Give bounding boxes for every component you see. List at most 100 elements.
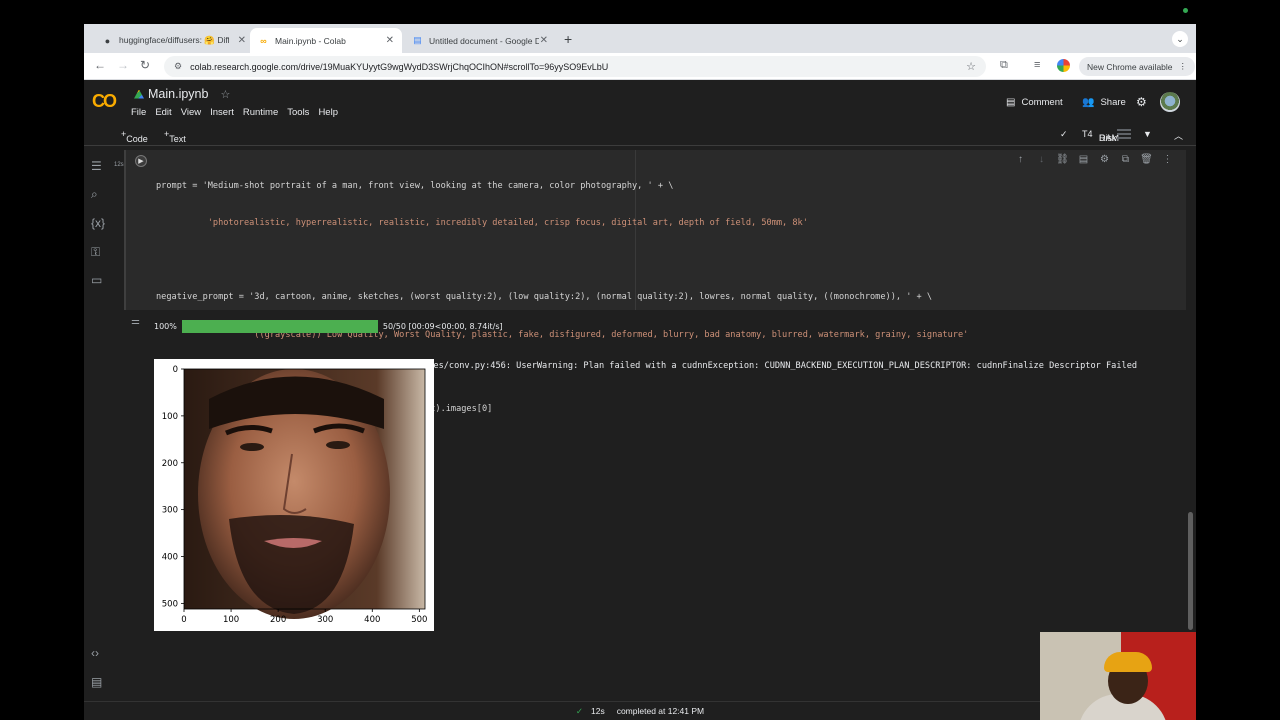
- x-tick-label: 300: [317, 615, 333, 625]
- y-tick-label: 400: [162, 553, 178, 563]
- close-icon[interactable]: ✕: [386, 35, 394, 46]
- toc-icon[interactable]: ☰: [91, 159, 102, 173]
- menu-dots-icon: ⋮: [1178, 61, 1188, 71]
- progress-stats: 50/50 [00:09<00:00, 8.74it/s]: [382, 322, 503, 331]
- code-line: 'photorealistic, hyperrealistic, realist…: [156, 218, 808, 229]
- code-line: negative_prompt = '3d, cartoon, anime, s…: [156, 292, 933, 303]
- y-tick-label: 300: [162, 506, 178, 516]
- colab-header: CO Main.ipynb ☆ File Edit View Insert Ru…: [84, 81, 1196, 147]
- collapse-header-icon[interactable]: ︿: [1174, 129, 1183, 142]
- extensions-icon[interactable]: ⧉: [1000, 59, 1008, 72]
- insert-bar: + Code + Text ✓ T4 RAM Disk ▼ ︿: [84, 124, 1196, 146]
- progress-bar: [181, 320, 378, 333]
- x-tick-label: 500: [411, 615, 427, 625]
- progress-row: 100% 50/50 [00:09<00:00, 8.74it/s]: [154, 320, 503, 333]
- menu-view[interactable]: View: [181, 107, 201, 118]
- left-sidebar: ☰ ⌕ {x} ⚿ ▭ ‹› ▤ ▣: [84, 147, 112, 720]
- image-plot: 0 100 200 300 400 500 0 100 200 300 400 500: [154, 359, 434, 631]
- portrait-image: [184, 369, 425, 619]
- new-chrome-label: New Chrome available: [1087, 61, 1173, 72]
- files-folder-icon[interactable]: ▭: [91, 273, 102, 287]
- site-info-icon[interactable]: ⚙: [174, 61, 182, 72]
- comment-icon: ▤: [1006, 97, 1016, 108]
- media-controls-icon[interactable]: ≡: [1034, 59, 1040, 71]
- add-text-label: Text: [169, 134, 186, 144]
- new-chrome-button[interactable]: New Chrome available ⋮: [1079, 57, 1196, 76]
- x-tick-label: 100: [223, 615, 239, 625]
- output-actions-icon[interactable]: ⚌: [131, 316, 140, 327]
- tab-docs[interactable]: ▤ Untitled document - Google D ✕: [404, 28, 556, 53]
- code-snippets-icon[interactable]: ‹›: [91, 646, 99, 660]
- add-code-label: Code: [126, 134, 148, 144]
- disk-label: Disk: [1099, 133, 1117, 143]
- code-cell[interactable]: ▶ 12s ↑ ↓ ⛓ ▤ ⚙ ⧉ 🗑 ⋮ prompt = 'Medium-s…: [114, 150, 1186, 600]
- y-tick-label: 200: [162, 459, 178, 469]
- menu-runtime[interactable]: Runtime: [243, 107, 278, 118]
- tab-label: Main.ipynb - Colab: [275, 35, 346, 46]
- progress-bar-fill: [181, 320, 378, 333]
- x-tick-label: 200: [270, 615, 286, 625]
- menu-bar: File Edit View Insert Runtime Tools Help: [131, 107, 347, 118]
- share-button[interactable]: 👥 Share: [1082, 97, 1126, 108]
- address-bar[interactable]: ⚙ colab.research.google.com/drive/19MuaK…: [164, 56, 986, 77]
- secrets-key-icon[interactable]: ⚿: [91, 245, 100, 260]
- add-code-button[interactable]: + Code: [121, 129, 148, 144]
- status-bar: ✓ 12s completed at 12:41 PM: [84, 701, 1196, 720]
- settings-gear-icon[interactable]: ⚙: [1136, 95, 1147, 109]
- tab-strip: ● huggingface/diffusers: 🤗 Diff ✕ ∞ Main…: [84, 24, 1196, 53]
- reload-icon[interactable]: ↻: [140, 58, 150, 72]
- comment-label: Comment: [1021, 97, 1063, 108]
- runtime-type-label[interactable]: T4: [1082, 129, 1093, 139]
- notebook-title-text: Main.ipynb: [148, 87, 209, 101]
- webcam-person-hat: [1104, 652, 1152, 672]
- drive-icon: [134, 89, 144, 99]
- runtime-dropdown-icon[interactable]: ▼: [1143, 129, 1152, 139]
- tab-diffusers[interactable]: ● huggingface/diffusers: 🤗 Diff ✕: [94, 28, 254, 53]
- star-icon[interactable]: ☆: [220, 88, 230, 101]
- command-palette-icon[interactable]: ▤: [91, 675, 102, 689]
- x-tick-label: 0: [181, 615, 186, 625]
- status-check-icon: ✓: [575, 705, 583, 716]
- menu-tools[interactable]: Tools: [287, 107, 309, 118]
- notebook-title[interactable]: Main.ipynb ☆: [134, 87, 230, 101]
- browser-toolbar: ← → ↻ ⚙ colab.research.google.com/drive/…: [84, 53, 1196, 80]
- resource-bars[interactable]: [1117, 129, 1131, 143]
- x-tick-label: 400: [364, 615, 380, 625]
- docs-icon: ▤: [413, 35, 422, 45]
- screen: ● huggingface/diffusers: 🤗 Diff ✕ ∞ Main…: [0, 0, 1280, 720]
- y-tick-label: 0: [173, 365, 178, 375]
- browser-window: ● huggingface/diffusers: 🤗 Diff ✕ ∞ Main…: [84, 24, 1196, 720]
- avatar[interactable]: [1160, 92, 1180, 112]
- connected-check-icon: ✓: [1060, 129, 1068, 139]
- github-icon: ●: [104, 35, 111, 46]
- tab-label: huggingface/diffusers: 🤗 Diff: [119, 35, 229, 45]
- share-people-icon: 👥: [1082, 97, 1095, 108]
- chrome-profile-icon[interactable]: [1057, 59, 1070, 72]
- scrollbar-thumb[interactable]: [1188, 512, 1193, 630]
- search-icon[interactable]: ⌕: [91, 187, 98, 202]
- plot-svg: 0 100 200 300 400 5000100200300400500: [162, 365, 428, 625]
- close-icon[interactable]: ✕: [238, 35, 246, 46]
- bookmark-star-icon[interactable]: ☆: [966, 60, 976, 73]
- new-tab-button[interactable]: +: [564, 31, 572, 47]
- code-line: prompt = 'Medium-shot portrait of a man,…: [156, 180, 674, 191]
- tab-colab[interactable]: ∞ Main.ipynb - Colab ✕: [250, 28, 402, 53]
- y-tick-label: 500: [162, 599, 178, 609]
- close-icon[interactable]: ✕: [540, 35, 548, 46]
- menu-file[interactable]: File: [131, 107, 146, 118]
- tab-search-button[interactable]: ⌄: [1172, 31, 1188, 47]
- forward-icon[interactable]: →: [117, 58, 129, 72]
- menu-edit[interactable]: Edit: [155, 107, 171, 118]
- variables-icon[interactable]: {x}: [91, 216, 105, 230]
- run-cell-button[interactable]: ▶: [135, 155, 147, 167]
- menu-insert[interactable]: Insert: [210, 107, 234, 118]
- add-text-button[interactable]: + Text: [164, 129, 186, 144]
- back-icon[interactable]: ←: [94, 58, 106, 72]
- webcam-overlay: [1040, 632, 1196, 720]
- url-text: colab.research.google.com/drive/19MuaKYU…: [190, 61, 609, 72]
- comment-button[interactable]: ▤ Comment: [1006, 97, 1063, 108]
- tab-label: Untitled document - Google D: [429, 35, 539, 46]
- menu-help[interactable]: Help: [318, 107, 338, 118]
- colab-logo[interactable]: CO: [92, 91, 117, 112]
